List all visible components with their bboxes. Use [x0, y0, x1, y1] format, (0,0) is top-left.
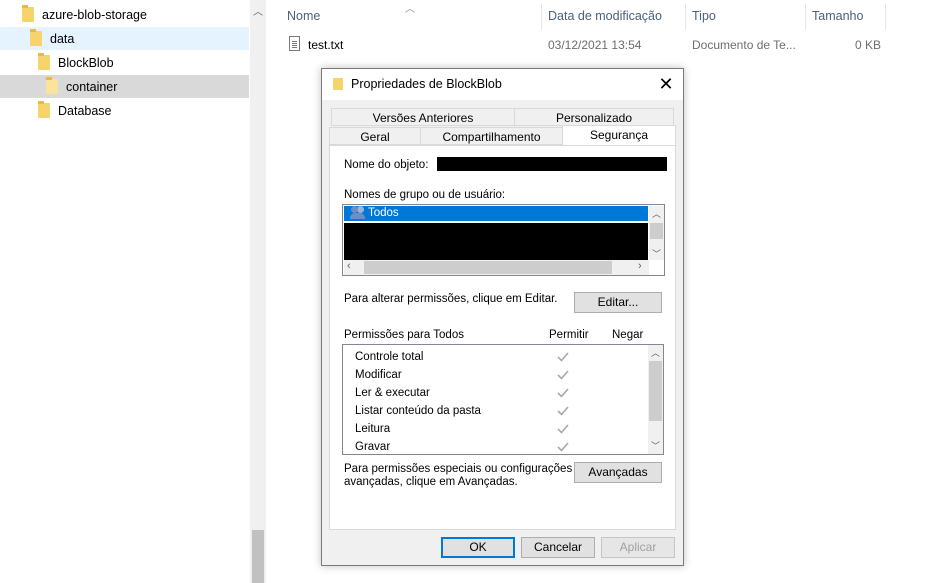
advanced-hint-line1: Para permissões especiais ou configuraçõ… — [344, 463, 573, 475]
users-group-icon — [350, 206, 366, 220]
ok-button[interactable]: OK — [441, 537, 515, 558]
deny-column-header: Negar — [612, 329, 644, 341]
advanced-button[interactable]: Avançadas — [574, 462, 662, 483]
permissions-list-vscroll[interactable]: ︿ ﹀ — [648, 345, 663, 454]
checkmark-icon — [557, 424, 569, 434]
tree-item-label: container — [66, 79, 118, 94]
scroll-up-icon[interactable]: ︿ — [253, 3, 263, 18]
dialog-title: Propriedades de BlockBlob — [351, 77, 502, 91]
checkmark-icon — [557, 370, 569, 380]
column-divider[interactable] — [885, 4, 886, 30]
column-divider[interactable] — [541, 4, 542, 30]
scrollbar-thumb[interactable] — [252, 530, 264, 583]
folder-icon — [38, 101, 50, 118]
tree-item-label: Database — [58, 103, 112, 118]
folder-icon — [22, 5, 34, 22]
checkmark-icon — [557, 388, 569, 398]
navigation-pane: azure-blob-storage data BlockBlob contai… — [0, 0, 249, 583]
tab-versoes-anteriores[interactable]: Versões Anteriores — [331, 108, 515, 126]
column-header-name[interactable]: Nome — [287, 6, 320, 26]
permissions-header: Permissões para Todos — [344, 329, 464, 341]
permission-row: Gravar — [355, 438, 391, 454]
folder-icon — [333, 78, 343, 90]
advanced-hint-line2: avançadas, clique em Avançadas. — [344, 476, 518, 488]
checkmark-icon — [557, 352, 569, 362]
list-item-todos[interactable]: Todos — [344, 206, 648, 221]
column-header-size[interactable]: Tamanho — [812, 6, 863, 26]
sort-ascending-icon: ︿ — [405, 4, 415, 15]
column-divider[interactable] — [805, 4, 806, 30]
change-permissions-hint: Para alterar permissões, clique em Edita… — [344, 293, 558, 305]
tree-item-azure-blob-storage[interactable]: azure-blob-storage — [0, 3, 249, 26]
properties-dialog: Propriedades de BlockBlob ✕ Versões Ante… — [321, 68, 684, 566]
tree-item-label: BlockBlob — [58, 55, 114, 70]
permission-name: Gravar — [355, 441, 391, 453]
permission-row: Controle total — [355, 348, 423, 366]
permission-row: Leitura — [355, 420, 390, 438]
tab-geral[interactable]: Geral — [329, 127, 421, 145]
checkmark-icon — [557, 442, 569, 452]
tree-item-label: data — [50, 31, 75, 46]
redacted-object-name — [437, 157, 667, 171]
file-name: test.txt — [308, 38, 344, 52]
edit-button[interactable]: Editar... — [574, 292, 662, 313]
file-type: Documento de Te... — [692, 38, 796, 52]
group-list[interactable]: Todos ︿ ﹀ ‹ › — [342, 204, 665, 276]
tab-seguranca[interactable]: Segurança — [562, 125, 676, 145]
dialog-titlebar[interactable]: Propriedades de BlockBlob ✕ — [322, 69, 683, 100]
column-divider[interactable] — [685, 4, 686, 30]
scrollbar-thumb[interactable] — [364, 261, 612, 274]
column-header-type[interactable]: Tipo — [692, 6, 716, 26]
group-list-vscroll[interactable]: ︿ ﹀ — [649, 206, 664, 260]
tree-item-blockblob[interactable]: BlockBlob — [0, 51, 249, 74]
file-modified: 03/12/2021 13:54 — [548, 38, 642, 52]
apply-button[interactable]: Aplicar — [601, 537, 675, 558]
scroll-right-icon[interactable]: › — [638, 260, 642, 272]
scrollbar-thumb[interactable] — [650, 223, 663, 239]
scroll-down-icon[interactable]: ﹀ — [652, 247, 661, 260]
scroll-down-icon[interactable]: ﹀ — [651, 439, 660, 452]
close-icon[interactable]: ✕ — [652, 71, 680, 97]
navigation-scrollbar[interactable]: ︿ — [250, 0, 266, 583]
cancel-button[interactable]: Cancelar — [521, 537, 595, 558]
tree-item-data[interactable]: data — [0, 27, 249, 50]
text-file-icon — [289, 36, 300, 51]
folder-icon — [38, 53, 50, 70]
permissions-list: Controle total Modificar Ler & executar … — [342, 344, 664, 455]
tree-item-container[interactable]: container — [0, 75, 249, 98]
tree-item-database[interactable]: Database — [0, 99, 249, 122]
scroll-up-icon[interactable]: ︿ — [651, 346, 660, 359]
tab-personalizado[interactable]: Personalizado — [514, 108, 674, 126]
column-header-modified[interactable]: Data de modificação — [548, 6, 662, 26]
folder-icon — [46, 77, 58, 94]
permission-name: Controle total — [355, 351, 424, 363]
permission-name: Listar conteúdo da pasta — [355, 405, 481, 417]
security-tab-panel: Nome do objeto: Nomes de grupo ou de usu… — [329, 145, 676, 530]
list-item-label: Todos — [368, 207, 399, 219]
permission-name: Ler & executar — [355, 387, 430, 399]
permission-row: Listar conteúdo da pasta — [355, 402, 481, 420]
tree-item-label: azure-blob-storage — [42, 7, 147, 22]
tab-compartilhamento[interactable]: Compartilhamento — [420, 127, 563, 145]
scroll-up-icon[interactable]: ︿ — [652, 207, 661, 220]
group-names-label: Nomes de grupo ou de usuário: — [344, 189, 506, 201]
file-size: 0 KB — [855, 38, 882, 52]
permission-row: Ler & executar — [355, 384, 430, 402]
allow-column-header: Permitir — [549, 329, 589, 341]
scrollbar-thumb[interactable] — [649, 361, 662, 421]
checkmark-icon — [557, 406, 569, 416]
permission-name: Modificar — [355, 369, 402, 381]
object-name-label: Nome do objeto: — [344, 159, 429, 171]
permission-name: Leitura — [355, 423, 391, 435]
permission-row: Modificar — [355, 366, 402, 384]
scroll-left-icon[interactable]: ‹ — [347, 260, 351, 272]
folder-icon — [30, 29, 42, 46]
group-list-hscroll[interactable]: ‹ › — [344, 260, 649, 275]
